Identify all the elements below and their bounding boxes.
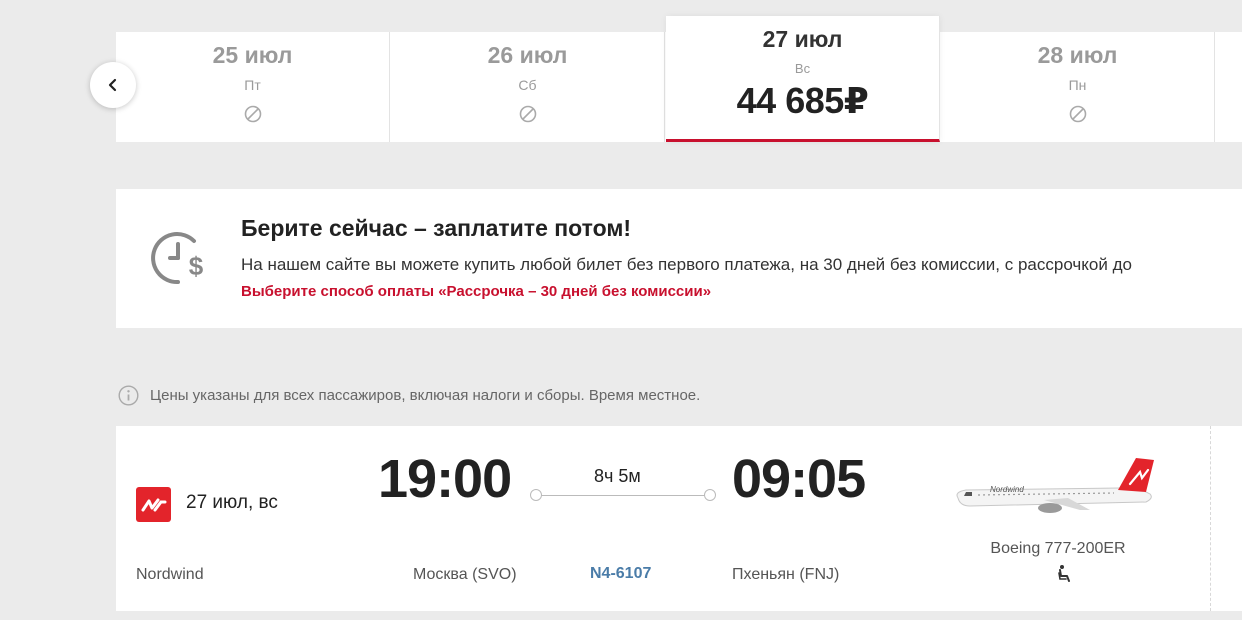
flight-number-link[interactable]: N4-6107 [590,565,651,583]
departure-city: Москва (SVO) [413,566,517,583]
clock-dollar-icon: $ [151,232,204,285]
route-line [536,495,710,496]
date-option-27-selected[interactable]: 27 июл Вс 44 685₽ [666,16,940,142]
date-label: 27 июл [762,26,843,52]
not-available-icon [244,105,261,123]
arrival-time: 09:05 [732,449,866,509]
weekday-label: Вс [794,61,811,76]
route-start-dot [530,489,542,501]
promo-text: На нашем сайте вы можете купить любой би… [241,255,1132,274]
info-icon [118,385,139,406]
not-available-icon [519,105,536,123]
arrival-city: Пхеньян (FNJ) [732,566,840,583]
date-strip: 25 июл Пт 26 июл Сб 27 июл Вс 44 685₽ 28… [116,16,1242,142]
svg-text:Nordwind: Nordwind [990,485,1024,494]
not-available-icon [1069,105,1086,123]
notice-text: Цены указаны для всех пассажиров, включа… [150,387,701,404]
weekday-label: Пн [1068,77,1087,93]
flight-date: 27 июл, вс [186,492,278,513]
chevron-left-icon [108,78,117,92]
flight-card[interactable]: 27 июл, вс Nordwind 19:00 8ч 5м 09:05 Мо… [116,426,1242,611]
date-option-26[interactable]: 26 июл Сб [391,32,665,142]
date-option-25[interactable]: 25 июл Пт [116,32,390,142]
price-notice: Цены указаны для всех пассажиров, включа… [118,385,700,406]
promo-payment-link[interactable]: Выберите способ оплаты «Рассрочка – 30 д… [241,283,711,300]
installment-promo-banner: $ Берите сейчас – заплатите потом! На на… [116,189,1242,328]
price-label: 44 685₽ [736,80,869,121]
seat-icon [1058,565,1070,582]
svg-text:$: $ [189,251,204,281]
route-end-dot [704,489,716,501]
date-label: 28 июл [1037,42,1118,68]
departure-time: 19:00 [378,449,512,509]
prev-dates-button[interactable] [90,62,136,108]
date-option-28[interactable]: 28 июл Пн [941,32,1215,142]
weekday-label: Сб [518,77,537,93]
date-label: 26 июл [487,42,568,68]
flight-duration: 8ч 5м [594,466,641,486]
airplane-image: Nordwind [956,458,1154,513]
nordwind-logo-icon [136,487,171,522]
date-label: 25 июл [212,42,293,68]
aircraft-model: Boeing 777-200ER [990,540,1126,557]
weekday-label: Пт [244,77,261,93]
card-divider [1210,426,1211,611]
airline-name: Nordwind [136,566,204,583]
promo-title: Берите сейчас – заплатите потом! [241,215,632,241]
